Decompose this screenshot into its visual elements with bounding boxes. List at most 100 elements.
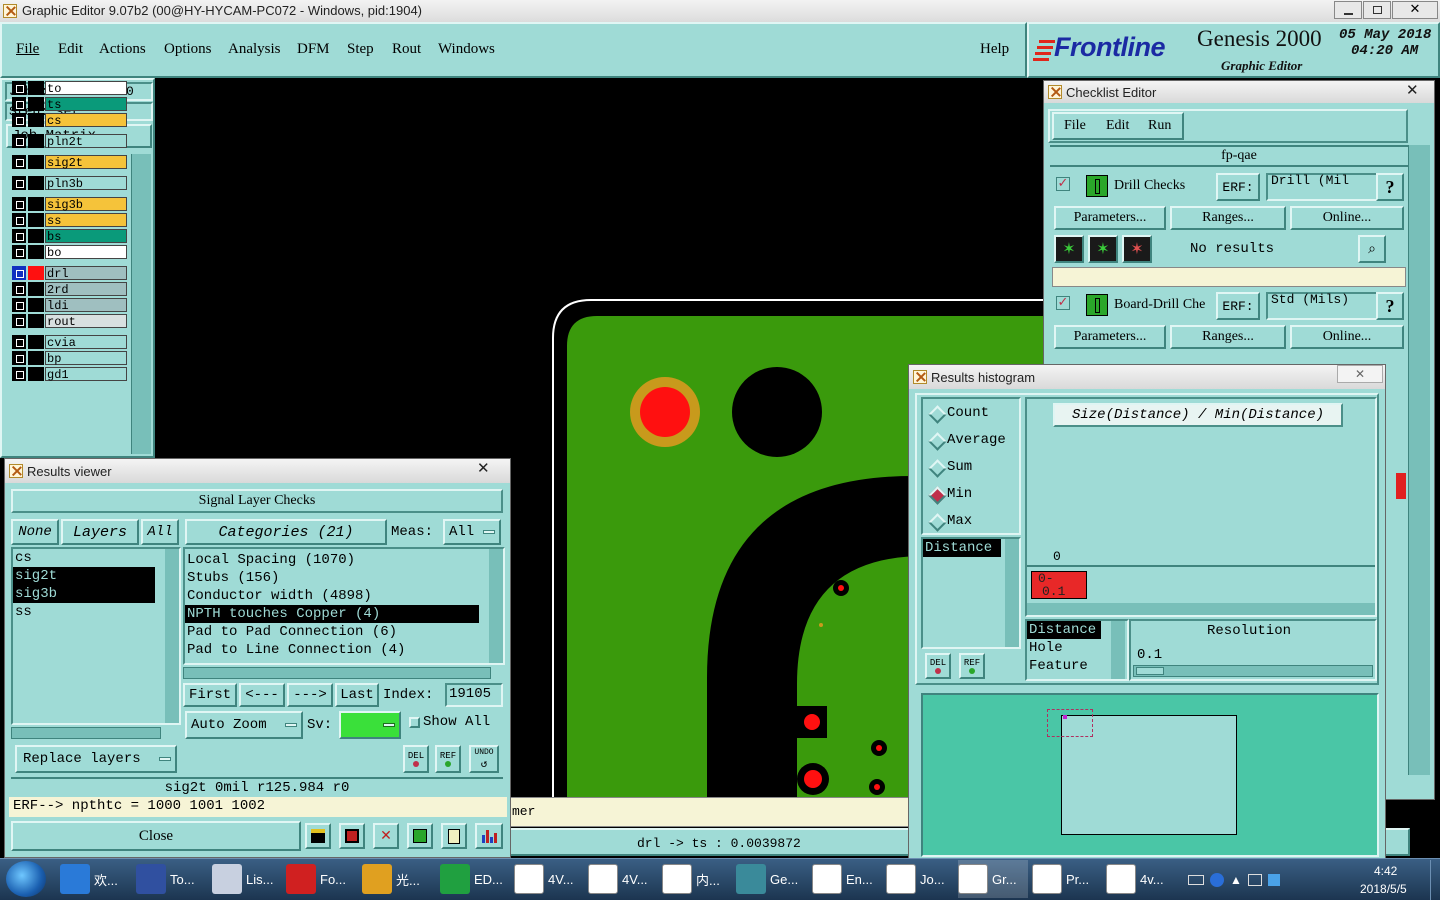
taskbar-item[interactable]: 4V... xyxy=(514,860,584,898)
layer-name[interactable]: bo xyxy=(45,245,127,260)
histogram-measure-list[interactable]: Distance xyxy=(921,537,1021,649)
layer-checkbox[interactable] xyxy=(12,351,26,365)
checklist-editor-close-icon[interactable]: ✕ xyxy=(1406,81,1419,99)
layer-row-drl[interactable]: drl xyxy=(12,266,128,281)
mode-min-radio[interactable]: Min xyxy=(929,486,972,502)
layer-color-swatch[interactable] xyxy=(28,266,44,280)
layer-color-swatch[interactable] xyxy=(28,176,44,190)
results-layer-item[interactable]: sig3b xyxy=(13,585,155,603)
results-tool-icon-4[interactable] xyxy=(407,823,433,849)
menu-analysis[interactable]: Analysis xyxy=(228,41,281,58)
mode-max-radio[interactable]: Max xyxy=(929,513,972,529)
results-del-button[interactable]: DEL xyxy=(403,745,429,773)
layer-name[interactable]: bs xyxy=(45,229,127,244)
layer-row-bs[interactable]: bs xyxy=(12,229,128,244)
menu-step[interactable]: Step xyxy=(347,41,374,58)
taskbar-item[interactable]: 4V... xyxy=(588,860,658,898)
layer-checkbox[interactable] xyxy=(12,81,26,95)
results-layer-item[interactable]: sig2t xyxy=(13,567,155,585)
layer-color-swatch[interactable] xyxy=(28,134,44,148)
layer-checkbox[interactable] xyxy=(12,229,26,243)
menu-edit[interactable]: Edit xyxy=(58,41,83,58)
last-button[interactable]: Last xyxy=(335,683,379,707)
mode-average-radio[interactable]: Average xyxy=(929,432,1006,448)
layer-color-swatch[interactable] xyxy=(28,351,44,365)
help-button-2[interactable]: ? xyxy=(1376,292,1404,320)
taskbar-item[interactable]: 4v... xyxy=(1106,860,1176,898)
taskbar-item[interactable]: Gr... xyxy=(958,860,1028,898)
histogram-overview[interactable] xyxy=(921,693,1379,857)
zoom-icon-1[interactable]: ⌕ xyxy=(1358,235,1386,263)
layer-row-sig2t[interactable]: sig2t xyxy=(12,155,128,170)
prev-button[interactable]: <--- xyxy=(239,683,285,707)
histogram-del-button[interactable]: DEL xyxy=(925,653,951,679)
layer-checkbox[interactable] xyxy=(12,266,26,280)
all-layers-button[interactable]: All xyxy=(141,519,179,545)
menu-dfm[interactable]: DFM xyxy=(297,41,330,58)
layer-checkbox[interactable] xyxy=(12,314,26,328)
attribute-scrollbar[interactable] xyxy=(1111,621,1125,679)
results-chart-icon[interactable] xyxy=(475,823,503,849)
menu-options[interactable]: Options xyxy=(164,41,212,58)
minimize-button[interactable] xyxy=(1334,1,1362,19)
online-button-1[interactable]: Online... xyxy=(1290,206,1404,230)
layer-row-pln3b[interactable]: pln3b xyxy=(12,176,128,191)
menu-actions[interactable]: Actions xyxy=(99,41,146,58)
histogram-attribute-list[interactable]: Distance Hole Feature xyxy=(1025,619,1129,681)
checklist-menu-edit[interactable]: Edit xyxy=(1106,118,1129,134)
results-category-scrollbar[interactable] xyxy=(489,549,503,663)
layer-color-swatch[interactable] xyxy=(28,314,44,328)
layer-color-swatch[interactable] xyxy=(28,367,44,381)
layer-name[interactable]: ts xyxy=(45,97,127,112)
taskbar-item[interactable]: To... xyxy=(136,860,206,898)
results-viewer-close-icon[interactable]: ✕ xyxy=(477,459,490,477)
run-icon-2[interactable]: ✶ xyxy=(1088,235,1118,263)
results-category-item[interactable]: Pad to Line Connection (4) xyxy=(185,641,479,659)
layer-checkbox[interactable] xyxy=(12,113,26,127)
layer-name[interactable]: cs xyxy=(45,113,127,128)
layers-button[interactable]: Layers xyxy=(61,519,139,545)
layer-checkbox[interactable] xyxy=(12,282,26,296)
taskbar-item[interactable]: Pr... xyxy=(1032,860,1102,898)
layer-color-swatch[interactable] xyxy=(28,229,44,243)
tray-arrow-icon[interactable]: ▲ xyxy=(1230,873,1242,887)
taskbar-item[interactable]: 内... xyxy=(662,860,732,898)
next-button[interactable]: ---> xyxy=(287,683,333,707)
layer-color-swatch[interactable] xyxy=(28,335,44,349)
menu-file[interactable]: File xyxy=(16,41,39,58)
network-icon[interactable] xyxy=(1247,874,1262,886)
start-button[interactable] xyxy=(6,861,46,897)
layer-color-swatch[interactable] xyxy=(28,197,44,211)
layer-row-cvia[interactable]: cvia xyxy=(12,335,128,350)
results-category-item[interactable]: Pad to Pad Connection (6) xyxy=(185,623,479,641)
layer-color-swatch[interactable] xyxy=(28,81,44,95)
layer-row-bo[interactable]: bo xyxy=(12,245,128,260)
checklist-scrollbar[interactable] xyxy=(1408,145,1430,775)
clock-time[interactable]: 4:42 xyxy=(1374,864,1397,878)
taskbar-item[interactable]: Lis... xyxy=(212,860,282,898)
histogram-bin-0[interactable]: 0- 0.1 xyxy=(1031,571,1087,599)
menu-help[interactable]: Help xyxy=(980,41,1009,58)
histogram-measure-selected[interactable]: Distance xyxy=(923,539,1001,557)
layer-checkbox[interactable] xyxy=(12,213,26,227)
layer-color-swatch[interactable] xyxy=(28,282,44,296)
results-category-hscroll[interactable] xyxy=(183,667,491,679)
close-button[interactable]: ✕ xyxy=(1392,1,1438,19)
close-results-button[interactable]: Close xyxy=(11,821,301,851)
layer-name[interactable]: pln3b xyxy=(45,176,127,191)
results-layer-item[interactable]: ss xyxy=(13,603,155,621)
results-category-item[interactable]: NPTH touches Copper (4) xyxy=(185,605,479,623)
overview-view-box[interactable] xyxy=(1047,709,1093,737)
layer-color-swatch[interactable] xyxy=(28,245,44,259)
mode-sum-radio[interactable]: Sum xyxy=(929,459,972,475)
layer-color-swatch[interactable] xyxy=(28,213,44,227)
layer-checkbox[interactable] xyxy=(12,176,26,190)
resolution-slider[interactable] xyxy=(1133,665,1373,677)
layer-row-ts[interactable]: ts xyxy=(12,97,128,112)
results-category-item[interactable]: Local Spacing (1070) xyxy=(185,551,479,569)
results-report-icon[interactable] xyxy=(441,823,467,849)
online-button-2[interactable]: Online... xyxy=(1290,325,1404,349)
parameters-button-1[interactable]: Parameters... xyxy=(1054,206,1166,230)
layer-color-swatch[interactable] xyxy=(28,97,44,111)
check-enable-box-1[interactable]: ✓ xyxy=(1056,177,1070,191)
